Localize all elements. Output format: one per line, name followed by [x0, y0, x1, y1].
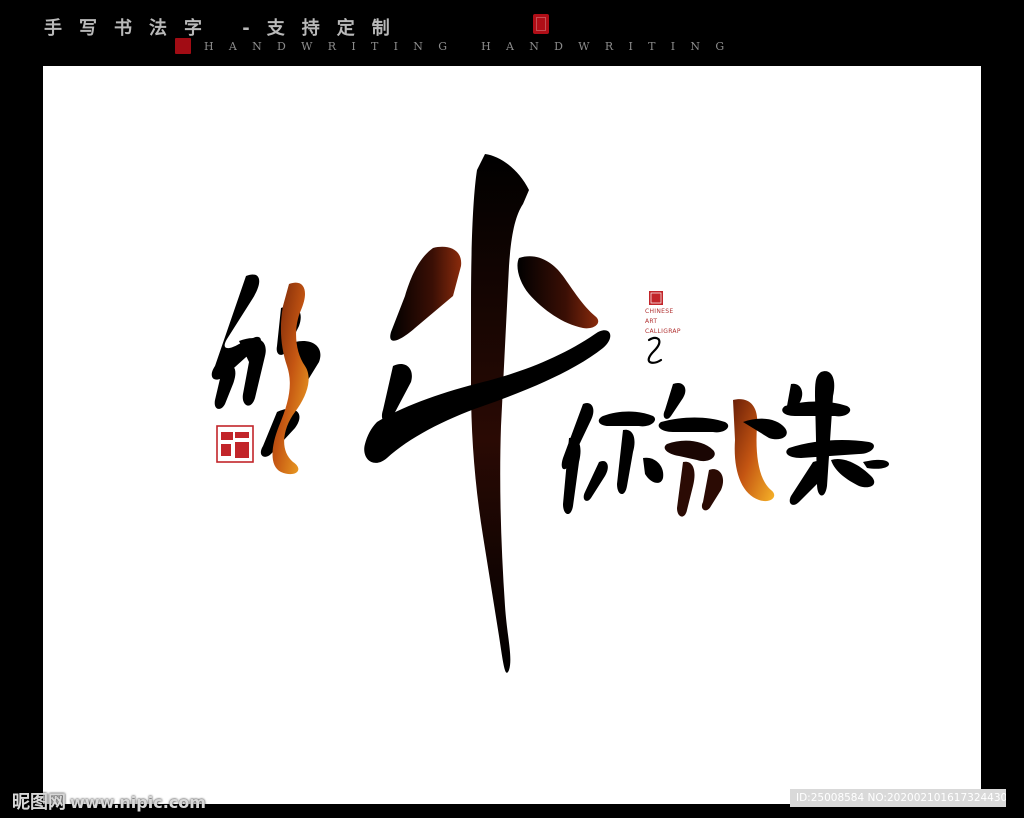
seal-stamp-icon — [175, 38, 191, 54]
watermark-id: ID:25008584 NO:20200210161732443086 — [790, 789, 1006, 807]
glyph-gou-warm-stroke — [272, 282, 309, 475]
calligraphy-artwork — [211, 154, 889, 673]
caption-line: ART — [645, 318, 658, 325]
header-title: 手写书法字 -支持定制 — [44, 18, 407, 39]
glyph-jiu — [658, 382, 787, 517]
glyph-lai — [782, 371, 889, 505]
caption-line: CALLIGRAP — [645, 328, 681, 335]
watermark-site-name: 昵图网 — [12, 792, 66, 813]
artwork-canvas: CHINESE ART CALLIGRAP — [43, 66, 981, 804]
watermark-logo: 昵图网 www.nipic.com — [12, 788, 206, 814]
glyph-niu — [364, 154, 611, 673]
header-subtitle: HANDWRITING HANDWRITING — [204, 40, 740, 53]
seal-stamp-small — [649, 291, 663, 305]
page: 手写书法字 -支持定制 HANDWRITING HANDWRITING CHIN… — [0, 0, 1024, 818]
seal-stamp-left — [216, 425, 254, 463]
glyph-ni — [561, 402, 664, 515]
art-caption: CHINESE ART CALLIGRAP — [645, 307, 681, 337]
signature-mark — [647, 336, 663, 364]
watermark-url: www.nipic.com — [70, 793, 206, 812]
caption-line: CHINESE — [645, 308, 674, 315]
seal-stamp-icon — [533, 14, 549, 34]
